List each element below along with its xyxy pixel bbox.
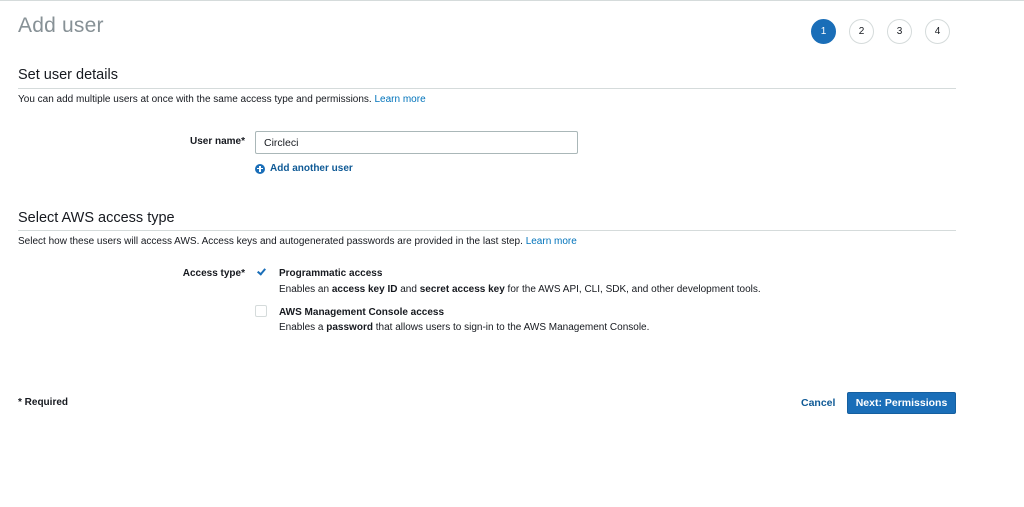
wizard-steps: 1 2 3 4 [811, 19, 950, 44]
add-another-user-label: Add another user [270, 163, 353, 174]
user-details-divider [18, 88, 956, 89]
console-desc-password: password [326, 322, 373, 333]
user-name-input[interactable] [255, 131, 578, 154]
programmatic-access-checkbox[interactable] [255, 266, 267, 278]
programmatic-desc-access-key: access key ID [331, 284, 398, 295]
user-name-label: User name* [189, 136, 245, 147]
programmatic-access-title: Programmatic access [279, 268, 383, 279]
access-type-learn-more-link[interactable]: Learn more [526, 236, 577, 247]
user-details-description-text: You can add multiple users at once with … [18, 94, 372, 105]
user-details-description: You can add multiple users at once with … [18, 94, 426, 105]
programmatic-desc-part-2: and [397, 284, 420, 295]
programmatic-desc-part-1: Enables an [279, 284, 332, 295]
programmatic-desc-part-3: for the AWS API, CLI, SDK, and other dev… [504, 284, 761, 295]
user-details-learn-more-link[interactable]: Learn more [375, 94, 426, 105]
user-details-title: Set user details [18, 67, 118, 83]
console-access-title: AWS Management Console access [279, 307, 445, 318]
required-note: * Required [18, 397, 69, 408]
cancel-button[interactable]: Cancel [801, 397, 835, 409]
programmatic-access-description: Enables an access key ID and secret acce… [279, 284, 761, 295]
plus-circle-icon [255, 163, 265, 174]
console-desc-part-2: that allows users to sign-in to the AWS … [372, 322, 650, 333]
step-3[interactable]: 3 [887, 19, 912, 44]
add-another-user-button[interactable]: Add another user [255, 163, 353, 174]
console-access-checkbox[interactable] [255, 305, 267, 317]
checkmark-icon [257, 266, 266, 276]
step-2[interactable]: 2 [849, 19, 874, 44]
access-type-divider [18, 230, 956, 231]
console-desc-part-1: Enables a [279, 322, 327, 333]
access-type-description: Select how these users will access AWS. … [18, 236, 577, 247]
next-permissions-button[interactable]: Next: Permissions [847, 392, 956, 414]
access-type-description-text: Select how these users will access AWS. … [18, 236, 523, 247]
step-4[interactable]: 4 [925, 19, 950, 44]
access-type-label: Access type* [182, 268, 245, 279]
console-access-description: Enables a password that allows users to … [279, 322, 649, 333]
programmatic-desc-secret-key: secret access key [419, 284, 505, 295]
page-title: Add user [18, 14, 104, 37]
step-1[interactable]: 1 [811, 19, 836, 44]
top-border [0, 0, 1024, 1]
access-type-title: Select AWS access type [18, 210, 175, 226]
